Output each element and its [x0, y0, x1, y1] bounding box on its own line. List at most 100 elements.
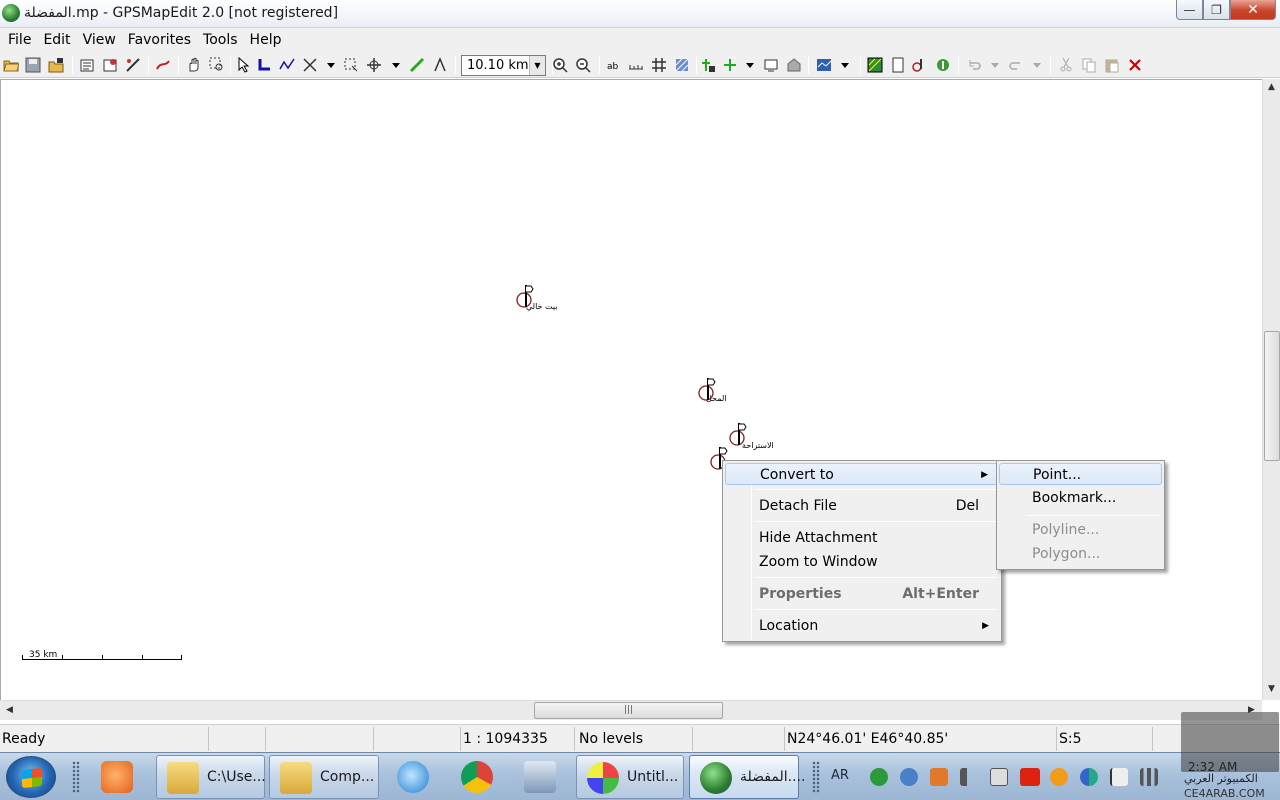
map-layers-icon[interactable] [816, 57, 832, 73]
map-canvas[interactable]: بيت خالي المحل الاستراحة [0, 79, 1262, 700]
zoom-out-icon[interactable] [575, 57, 591, 73]
pan-hand-icon[interactable] [186, 57, 202, 73]
menu-edit[interactable]: Edit [37, 29, 76, 51]
network-globe-icon[interactable] [1080, 768, 1098, 786]
horizontal-scroll-thumb[interactable]: ||| [534, 702, 723, 719]
menu-item-properties[interactable]: Properties Alt+Enter [725, 583, 999, 605]
undo-dropdown-icon[interactable] [987, 57, 1003, 73]
maximize-button[interactable]: ❐ [1203, 0, 1230, 20]
submenu-item-point[interactable]: Point... [999, 463, 1162, 485]
taskbar-button-explorer[interactable]: C:\Use... [156, 755, 266, 799]
select-arrow-icon[interactable] [236, 57, 252, 73]
menu-item-location[interactable]: Location ▶ [725, 615, 999, 637]
select-region-icon[interactable] [343, 57, 359, 73]
scroll-left-icon[interactable]: ◀ [6, 705, 13, 715]
app-globe-icon [2, 4, 20, 22]
redo-dropdown-icon[interactable] [1029, 57, 1045, 73]
dropdown-arrow-icon-4[interactable] [837, 57, 853, 73]
menu-tools[interactable]: Tools [197, 29, 244, 51]
submenu-item-bookmark[interactable]: Bookmark... [999, 487, 1162, 509]
tray-app-icon[interactable] [870, 768, 888, 786]
save-icon[interactable] [25, 57, 41, 73]
edit-nodes-icon[interactable] [257, 57, 273, 73]
horizontal-scrollbar[interactable]: ◀ ||| ▶ [0, 700, 1262, 720]
ati-icon[interactable] [1020, 768, 1040, 786]
cut-icon[interactable] [1058, 57, 1074, 73]
start-button[interactable] [6, 756, 56, 798]
attachments-icon[interactable] [912, 57, 928, 73]
dropdown-arrow-icon[interactable] [323, 57, 339, 73]
labels-icon[interactable]: ab [606, 57, 622, 73]
vertical-scroll-thumb[interactable] [1264, 331, 1280, 461]
zoom-in-icon[interactable] [552, 57, 568, 73]
chevron-down-icon[interactable]: ▼ [529, 56, 545, 75]
menu-help[interactable]: Help [244, 29, 288, 51]
grid-icon[interactable] [651, 57, 667, 73]
vector-map-icon[interactable] [867, 57, 883, 73]
pinned-chrome[interactable] [455, 756, 499, 798]
vertical-scrollbar[interactable]: ▲ ▼ [1262, 79, 1280, 700]
transform-icon[interactable] [125, 57, 141, 73]
gps-track-icon[interactable] [155, 57, 171, 73]
close-button[interactable]: ✕ [1230, 0, 1276, 20]
taskbar-button-computer[interactable]: Comp... [269, 755, 379, 799]
fill-pattern-icon[interactable] [674, 57, 690, 73]
menu-item-convert-to[interactable]: Convert to ▶ [725, 463, 999, 485]
minimize-button[interactable]: — [1176, 0, 1203, 20]
pinned-media-player[interactable] [95, 756, 139, 798]
ruler-tool-icon[interactable] [409, 57, 425, 73]
scroll-up-icon[interactable]: ▲ [1268, 82, 1275, 92]
title-bar: المفضلة.mp - GPSMapEdit 2.0 [not registe… [0, 0, 1280, 28]
undo-icon[interactable] [966, 57, 982, 73]
paste-icon[interactable] [1104, 57, 1120, 73]
menu-view[interactable]: View [77, 29, 122, 51]
delete-icon[interactable] [1127, 57, 1143, 73]
screen-icon[interactable] [763, 57, 779, 73]
menu-file[interactable]: File [2, 29, 37, 51]
map-properties-icon[interactable] [102, 57, 118, 73]
open-folder-icon[interactable] [3, 57, 19, 73]
tray-circle-icon[interactable] [1050, 768, 1068, 786]
copy-icon[interactable] [1081, 57, 1097, 73]
save-folder-icon[interactable] [48, 57, 64, 73]
language-indicator[interactable]: AR [831, 768, 849, 783]
add-point-icon[interactable] [700, 57, 716, 73]
submenu-item-polyline[interactable]: Polyline... [999, 519, 1162, 541]
page-icon[interactable] [890, 57, 906, 73]
menu-item-zoom-to-window[interactable]: Zoom to Window [725, 551, 999, 573]
move-icon[interactable] [366, 57, 382, 73]
zoom-level-value: 10.10 km [467, 58, 529, 73]
taskbar-grip[interactable] [72, 761, 80, 793]
signal-icon[interactable] [1140, 768, 1158, 786]
usb-icon[interactable] [990, 768, 1008, 786]
map-poi[interactable]: المحل [697, 375, 727, 407]
properties-icon[interactable] [79, 57, 95, 73]
taskbar-button-gpsmapedit[interactable]: المفضلة.... [689, 755, 805, 799]
add-waypoint-icon[interactable] [722, 57, 738, 73]
volume-icon[interactable] [960, 768, 978, 786]
scroll-down-icon[interactable]: ▼ [1268, 684, 1275, 694]
gps-attach-icon[interactable] [935, 57, 951, 73]
submenu-item-polygon[interactable]: Polygon... [999, 543, 1162, 565]
pinned-ie[interactable] [391, 756, 435, 798]
building-icon[interactable] [786, 57, 802, 73]
tray-java-icon[interactable] [930, 768, 948, 786]
menu-item-detach-file[interactable]: Detach File Del [725, 495, 999, 517]
menu-favorites[interactable]: Favorites [122, 29, 197, 51]
zoom-rect-icon[interactable] [209, 57, 225, 73]
taskbar-grip-2[interactable] [812, 761, 820, 793]
dropdown-arrow-icon-2[interactable] [388, 57, 404, 73]
map-poi[interactable]: بيت خالي [515, 282, 558, 314]
redo-icon[interactable] [1008, 57, 1024, 73]
pinned-keyboard[interactable] [518, 756, 562, 798]
edit-tool-icon[interactable] [302, 57, 318, 73]
scale-icon[interactable] [628, 57, 644, 73]
dropdown-arrow-icon-3[interactable] [742, 57, 758, 73]
measure-icon[interactable] [432, 57, 448, 73]
action-center-flag-icon[interactable] [1110, 768, 1128, 786]
menu-item-hide-attachment[interactable]: Hide Attachment [725, 527, 999, 549]
create-polyline-icon[interactable] [279, 57, 295, 73]
tray-shield-icon[interactable] [900, 768, 918, 786]
taskbar-button-paint[interactable]: Untitl... [576, 755, 684, 799]
zoom-level-combo[interactable]: 10.10 km ▼ [461, 55, 546, 76]
